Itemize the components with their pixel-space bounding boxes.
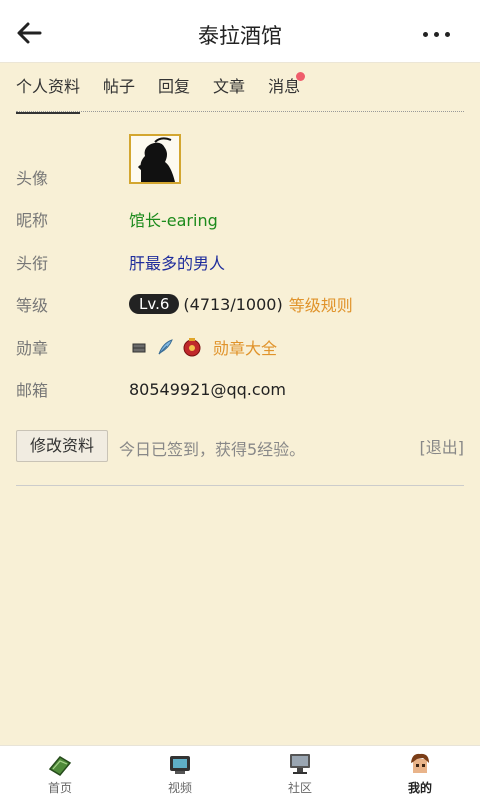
email-row: 邮箱 80549921@qq.com xyxy=(16,374,464,404)
home-book-icon xyxy=(48,755,72,776)
unread-dot xyxy=(296,72,306,81)
level-row: 等级 Lv.6 (4713/1000) 等级规则 xyxy=(16,289,464,319)
title-label: 头衔 xyxy=(16,254,49,273)
edit-profile-button[interactable]: 修改资料 xyxy=(16,430,108,462)
email-label: 邮箱 xyxy=(16,381,49,400)
level-label: 等级 xyxy=(16,296,49,315)
level-progress: (4713/1000) xyxy=(183,294,283,314)
all-medals-link[interactable]: 勋章大全 xyxy=(213,335,277,359)
nav-home-label: 首页 xyxy=(47,780,72,795)
tab-messages[interactable]: 消息 xyxy=(268,70,306,114)
signin-status: 今日已签到，获得5经验。 xyxy=(119,440,306,459)
level-rules-link[interactable]: 等级规则 xyxy=(289,292,353,316)
logout-link[interactable]: [退出] xyxy=(420,434,465,458)
nav-mine[interactable]: 我的 xyxy=(360,746,480,800)
nav-video-label: 视频 xyxy=(167,780,192,795)
nickname-row: 昵称 馆长-earing xyxy=(16,204,464,234)
brick-medal-icon[interactable] xyxy=(129,337,149,357)
email-value: 80549921@qq.com xyxy=(129,379,287,399)
page-title: 泰拉酒馆 xyxy=(198,24,282,48)
title-row: 头衔 肝最多的男人 xyxy=(16,247,464,277)
medal-row: 勋章 勋章大全 xyxy=(16,332,464,362)
nav-community-label: 社区 xyxy=(287,780,312,795)
nickname-label: 昵称 xyxy=(16,211,49,230)
more-options-icon[interactable] xyxy=(423,32,450,37)
top-bar: 泰拉酒馆 xyxy=(0,0,480,63)
bottom-nav: 首页 视频 社区 我的 xyxy=(0,745,480,800)
computer-icon xyxy=(290,753,310,774)
tab-replies[interactable]: 回复 xyxy=(158,70,190,114)
nav-video[interactable]: 视频 xyxy=(120,746,240,800)
section-divider xyxy=(16,485,464,486)
nav-home[interactable]: 首页 xyxy=(0,746,120,800)
avatar[interactable] xyxy=(129,134,181,184)
nav-mine-label: 我的 xyxy=(407,780,432,795)
nav-community[interactable]: 社区 xyxy=(240,746,360,800)
level-badge: Lv.6 xyxy=(129,294,180,314)
avatar-label: 头像 xyxy=(16,169,49,188)
title-value: 肝最多的男人 xyxy=(129,254,226,273)
tv-icon xyxy=(170,755,190,774)
lantern-medal-icon[interactable] xyxy=(181,336,203,358)
tab-articles[interactable]: 文章 xyxy=(213,70,245,114)
tab-divider xyxy=(16,111,464,112)
tab-messages-label: 消息 xyxy=(268,77,301,96)
feather-medal-icon[interactable] xyxy=(155,337,175,357)
tab-bar: 个人资料 帖子 回复 文章 消息 xyxy=(16,70,323,114)
tab-profile[interactable]: 个人资料 xyxy=(16,70,81,114)
character-head-icon xyxy=(411,753,429,773)
tab-posts[interactable]: 帖子 xyxy=(103,70,135,114)
nickname-value: 馆长-earing xyxy=(129,211,218,230)
avatar-row: 头像 xyxy=(16,162,464,192)
medal-label: 勋章 xyxy=(16,339,49,358)
